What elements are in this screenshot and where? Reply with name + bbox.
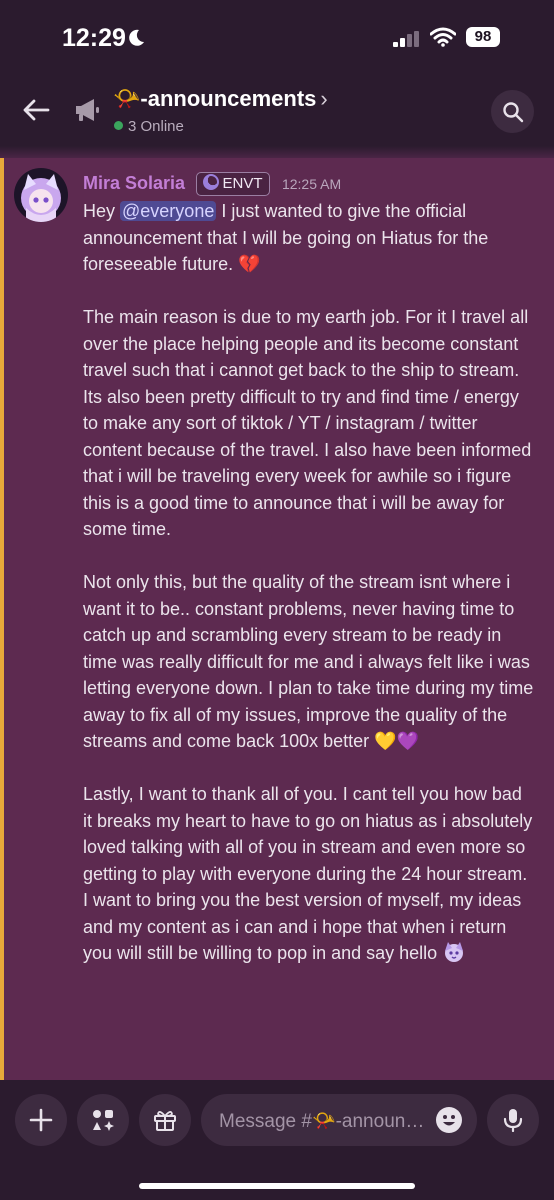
channel-header: 📯-announcements › 3 Online [0,72,554,146]
message-input[interactable]: Message #📯-announcements [201,1094,477,1146]
highlighted-message[interactable]: Mira Solaria ENVT 12:25 AM Hey @everyone… [0,158,554,1080]
message-timestamp: 12:25 AM [281,176,342,192]
message-text: Hey [83,201,121,221]
moon-tag-icon [202,174,219,190]
megaphone-icon [76,99,99,121]
search-button[interactable] [491,90,534,133]
author-name[interactable]: Mira Solaria [83,173,185,193]
status-bar: 12:29 98 [0,0,554,72]
online-count-text: 3 Online [128,118,184,135]
chevron-right-icon: › [320,86,328,111]
battery-indicator: 98 [466,27,500,47]
gift-button[interactable] [139,1094,191,1146]
gift-icon [154,1111,176,1131]
message-body: Hey @everyone I just wanted to give the … [83,198,535,993]
home-indicator [139,1183,415,1189]
server-tag-text: ENVT [222,175,263,192]
online-count: 3 Online [114,118,184,135]
message-paragraph: Not only this, but the quality of the st… [83,572,534,751]
apps-icon [93,1110,114,1131]
wifi-icon [430,27,456,47]
channel-name: 📯-announcements [113,86,317,111]
back-arrow-icon[interactable] [22,98,50,122]
add-attachment-button[interactable] [15,1094,67,1146]
message-text: Lastly, I want to thank all of you. I ca… [83,784,533,963]
message-paragraph: Lastly, I want to thank all of you. I ca… [83,781,535,967]
search-icon [503,102,524,123]
voice-message-button[interactable] [487,1094,539,1146]
channel-title[interactable]: 📯-announcements › [113,86,328,112]
avatar[interactable] [14,168,68,222]
plus-icon [29,1108,53,1132]
signal-icon [393,31,419,47]
message-header: Mira Solaria ENVT 12:25 AM [83,172,341,196]
message-composer: Message #📯-announcements [0,1080,554,1200]
custom-emoji-icon [445,942,464,962]
message-input-placeholder: Message #📯-announcements [219,1111,431,1132]
microphone-icon [503,1109,523,1132]
everyone-mention[interactable]: @everyone [120,201,217,221]
message-paragraph: The main reason is due to my earth job. … [83,307,532,539]
message-paragraph: Hey @everyone I just wanted to give the … [83,198,535,278]
emoji-icon[interactable] [435,1106,463,1134]
mention-highlight-bar [0,158,4,1080]
moon-icon [129,29,144,46]
clock: 12:29 [62,24,126,52]
apps-button[interactable] [77,1094,129,1146]
online-status-dot [114,121,123,130]
server-tag[interactable]: ENVT [195,172,270,196]
